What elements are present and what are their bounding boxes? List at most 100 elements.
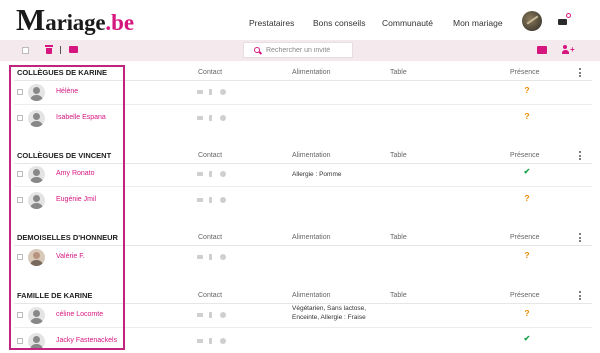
column-table: Table — [390, 234, 407, 241]
at-icon[interactable] — [220, 171, 226, 177]
group-name: COLLÈGUES DE KARINE — [17, 68, 108, 77]
guest-name[interactable]: Valérie F. — [56, 253, 85, 260]
row-checkbox[interactable] — [17, 312, 23, 318]
phone-icon[interactable] — [209, 89, 212, 95]
logo-letter-m: M — [16, 2, 46, 37]
guest-row[interactable]: Eugénie Jmil ? — [0, 187, 600, 213]
guest-avatar — [28, 166, 45, 183]
notification-badge — [566, 13, 571, 18]
at-icon[interactable] — [220, 197, 226, 203]
mail-icon[interactable] — [197, 313, 203, 317]
at-icon[interactable] — [220, 254, 226, 260]
select-all-checkbox[interactable] — [22, 47, 29, 54]
column-contact: Contact — [198, 69, 223, 76]
presence-status[interactable]: ? — [520, 250, 534, 260]
guest-avatar — [28, 110, 45, 127]
more-options-icon[interactable] — [579, 68, 581, 77]
guest-search — [243, 42, 353, 58]
guest-row[interactable]: Hélène ? — [0, 79, 600, 105]
column-contact: Contact — [198, 234, 223, 241]
column-contact: Contact — [198, 292, 223, 299]
mail-icon[interactable] — [197, 198, 203, 202]
guest-name[interactable]: Eugénie Jmil — [56, 196, 96, 203]
phone-icon[interactable] — [209, 197, 212, 203]
phone-icon[interactable] — [209, 254, 212, 260]
row-checkbox[interactable] — [17, 89, 23, 95]
presence-status[interactable]: ? — [520, 85, 534, 95]
at-icon[interactable] — [220, 338, 226, 344]
move-folder-icon[interactable] — [69, 46, 78, 53]
column-presence: Présence — [510, 234, 540, 241]
row-checkbox[interactable] — [17, 171, 23, 177]
phone-icon[interactable] — [209, 338, 212, 344]
row-checkbox[interactable] — [17, 197, 23, 203]
presence-status[interactable]: ? — [520, 308, 534, 318]
search-input[interactable] — [266, 43, 352, 57]
row-checkbox[interactable] — [17, 338, 23, 344]
guest-row[interactable]: Amy Ronato Allergie : Pomme ✔ — [0, 161, 600, 187]
at-icon[interactable] — [220, 89, 226, 95]
more-options-icon[interactable] — [579, 291, 581, 300]
guest-row[interactable]: céline Locomte Végétarien, Sans lactose,… — [0, 302, 600, 328]
guest-name[interactable]: Jacky Fastenackels — [56, 337, 117, 344]
guest-row[interactable]: Isabelle Espana ? — [0, 105, 600, 131]
guest-diet: Allergie : Pomme — [292, 171, 342, 178]
guest-diet: Végétarien, Sans lactose, Enceinte, Alle… — [292, 305, 367, 321]
column-table: Table — [390, 152, 407, 159]
guest-name[interactable]: Amy Ronato — [56, 170, 95, 177]
column-table: Table — [390, 69, 407, 76]
at-icon[interactable] — [220, 312, 226, 318]
add-group-folder-icon[interactable] — [537, 46, 547, 54]
mail-icon[interactable] — [197, 172, 203, 176]
phone-icon[interactable] — [209, 171, 212, 177]
row-checkbox[interactable] — [17, 254, 23, 260]
more-options-icon[interactable] — [579, 151, 581, 160]
column-presence: Présence — [510, 69, 540, 76]
presence-confirmed-check[interactable]: ✔ — [520, 334, 534, 343]
column-presence: Présence — [510, 292, 540, 299]
nav-communaute[interactable]: Communauté — [382, 18, 433, 28]
guest-name[interactable]: Isabelle Espana — [56, 114, 106, 121]
mail-icon[interactable] — [197, 90, 203, 94]
column-contact: Contact — [198, 152, 223, 159]
search-icon — [254, 47, 260, 53]
column-table: Table — [390, 292, 407, 299]
group-name: FAMILLE DE KARINE — [17, 291, 93, 300]
mail-icon[interactable] — [197, 116, 203, 120]
nav-mon-mariage[interactable]: Mon mariage — [453, 18, 503, 28]
at-icon[interactable] — [220, 115, 226, 121]
group-header: FAMILLE DE KARINE Contact Alimentation T… — [0, 289, 600, 303]
column-presence: Présence — [510, 152, 540, 159]
column-alimentation: Alimentation — [292, 234, 331, 241]
toolbar-divider — [60, 46, 61, 54]
guest-row[interactable]: Valérie F. ? — [0, 244, 600, 270]
phone-icon[interactable] — [209, 115, 212, 121]
presence-status[interactable]: ? — [520, 193, 534, 203]
guest-photo — [28, 249, 45, 266]
more-options-icon[interactable] — [579, 233, 581, 242]
guest-name[interactable]: céline Locomte — [56, 311, 103, 318]
column-alimentation: Alimentation — [292, 69, 331, 76]
guest-name[interactable]: Hélène — [56, 88, 78, 95]
top-navigation: Mariage.be Prestataires Bons conseils Co… — [0, 0, 600, 40]
phone-icon[interactable] — [209, 312, 212, 318]
guest-avatar — [28, 192, 45, 209]
column-alimentation: Alimentation — [292, 152, 331, 159]
user-avatar[interactable] — [522, 11, 542, 31]
nav-prestataires[interactable]: Prestataires — [249, 18, 294, 28]
row-checkbox[interactable] — [17, 115, 23, 121]
guest-row[interactable]: Jacky Fastenackels ✔ — [0, 328, 600, 353]
mail-icon[interactable] — [558, 19, 567, 25]
presence-confirmed-check[interactable]: ✔ — [520, 167, 534, 176]
logo-domain: .be — [105, 10, 135, 35]
mail-icon[interactable] — [197, 339, 203, 343]
group-header: COLLÈGUES DE KARINE Contact Alimentation… — [0, 66, 600, 80]
nav-bons-conseils[interactable]: Bons conseils — [313, 18, 365, 28]
site-logo[interactable]: Mariage.be — [16, 4, 135, 35]
presence-status[interactable]: ? — [520, 111, 534, 121]
group-name: DEMOISELLES D'HONNEUR — [17, 233, 118, 242]
group-name: COLLÈGUES DE VINCENT — [17, 151, 112, 160]
trash-icon[interactable] — [45, 45, 53, 54]
guest-avatar — [28, 307, 45, 324]
mail-icon[interactable] — [197, 255, 203, 259]
